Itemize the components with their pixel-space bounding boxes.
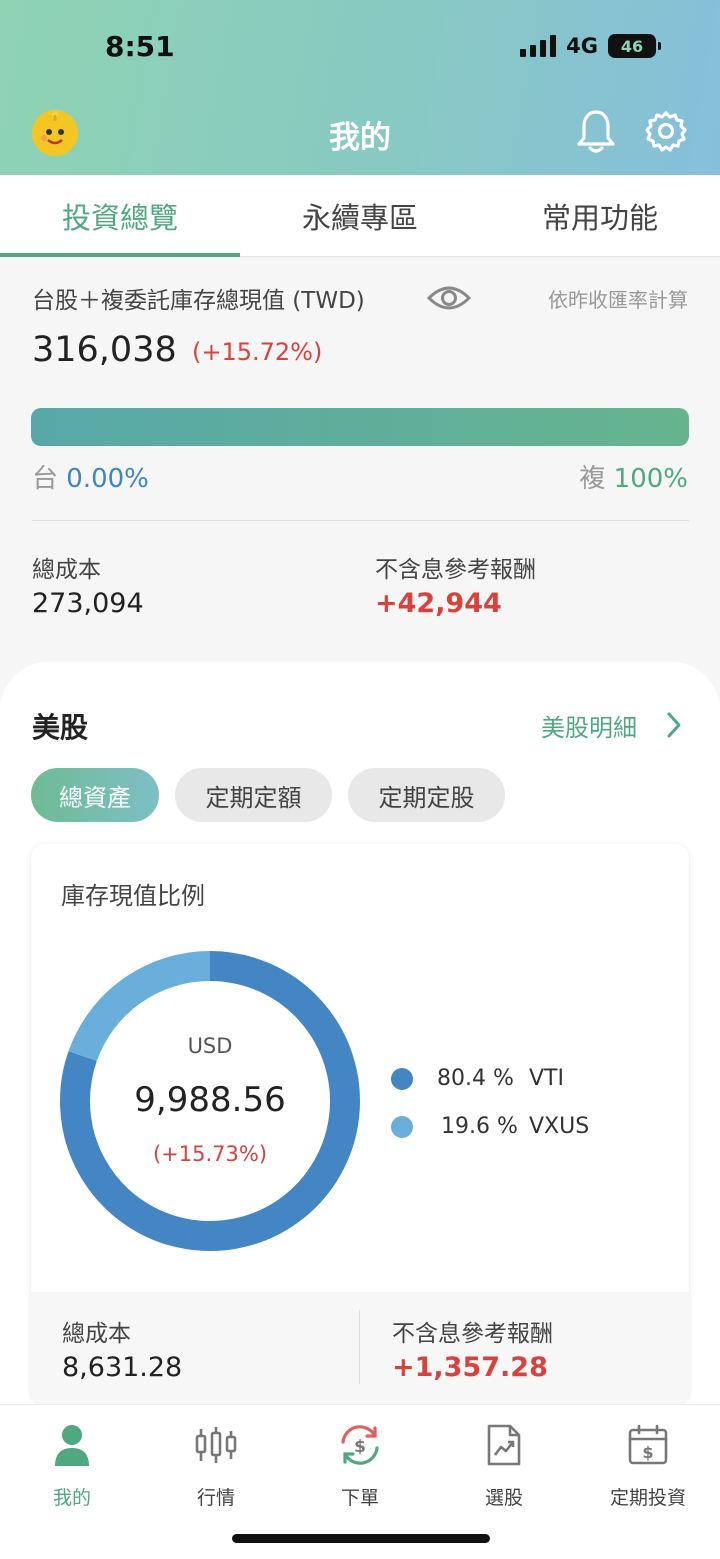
nav-label: 行情 xyxy=(196,1487,235,1509)
total-value-label: 台股＋複委託庫存總現值 (TWD) xyxy=(32,288,365,314)
us-total-cost-label: 總成本 xyxy=(62,1321,131,1347)
allocation-sub-pct: 100% xyxy=(613,464,688,494)
nav-label: 我的 xyxy=(52,1487,91,1509)
nav-my[interactable]: 我的 xyxy=(0,1421,144,1521)
us-return-label: 不含息參考報酬 xyxy=(392,1321,553,1347)
legend-dot xyxy=(391,1067,413,1090)
network-type: 4G xyxy=(566,34,598,58)
total-value: 316,038 xyxy=(32,330,177,370)
legend-item-vxus: 19.6 % VXUS xyxy=(391,1114,589,1139)
tab-investment-overview[interactable]: 投資總覽 xyxy=(0,175,240,257)
legend-dot xyxy=(391,1115,413,1138)
tab-sustainability[interactable]: 永續專區 xyxy=(240,175,480,257)
us-total-cost-value: 8,631.28 xyxy=(62,1352,183,1383)
return-value: +42,944 xyxy=(375,588,502,619)
allocation-tw: 台 0.00% xyxy=(32,458,149,495)
total-cost-value: 273,094 xyxy=(32,588,144,619)
candlestick-icon xyxy=(195,1421,237,1469)
status-indicators: 4G 46 xyxy=(520,34,661,58)
home-indicator xyxy=(232,1534,490,1543)
tab-common-functions[interactable]: 常用功能 xyxy=(480,175,720,257)
legend-pct: 80.4 % xyxy=(437,1066,514,1091)
return-label: 不含息參考報酬 xyxy=(375,557,536,583)
gear-icon[interactable] xyxy=(644,110,688,158)
legend-item-vti: 80.4 % VTI xyxy=(391,1066,564,1091)
nav-label: 下單 xyxy=(340,1487,379,1509)
holdings-card: 庫存現值比例 USD 9,988.56 (+15.73%) 80.4 % VTI… xyxy=(31,844,689,1404)
nav-label: 定期投資 xyxy=(609,1487,686,1509)
nav-regular-invest[interactable]: $ 定期投資 xyxy=(576,1421,720,1521)
us-detail-link[interactable]: 美股明細 xyxy=(541,708,637,743)
calendar-dollar-icon: $ xyxy=(627,1421,669,1469)
footer-divider xyxy=(359,1310,360,1384)
section-title: 美股 xyxy=(32,711,89,744)
legend-name: VTI xyxy=(529,1066,564,1091)
battery-icon: 46 xyxy=(608,34,661,58)
order-dollar-icon: $ xyxy=(337,1421,383,1469)
card-title: 庫存現值比例 xyxy=(61,882,205,910)
allocation-sub-label: 複 xyxy=(579,464,606,494)
legend-name: VXUS xyxy=(529,1114,590,1139)
donut-change-pct: (+15.73%) xyxy=(152,1142,268,1166)
bell-icon[interactable] xyxy=(576,108,616,158)
allocation-tw-label: 台 xyxy=(32,464,59,494)
nav-market[interactable]: 行情 xyxy=(144,1421,288,1521)
donut-currency: USD xyxy=(187,1034,233,1058)
card-footer: 總成本 8,631.28 不含息參考報酬 +1,357.28 xyxy=(31,1292,689,1404)
chip-regular-amount[interactable]: 定期定額 xyxy=(175,768,332,822)
donut-value: 9,988.56 xyxy=(134,1080,286,1120)
svg-text:$: $ xyxy=(354,1437,366,1457)
allocation-sub: 複 100% xyxy=(579,458,688,495)
chevron-right-icon[interactable] xyxy=(664,710,684,744)
status-time: 8:51 xyxy=(105,30,175,63)
person-icon xyxy=(54,1421,90,1469)
allocation-bar xyxy=(31,408,689,446)
top-tabs: 投資總覽 永續專區 常用功能 xyxy=(0,175,720,257)
total-cost-label: 總成本 xyxy=(32,557,101,583)
svg-text:$: $ xyxy=(642,1443,653,1462)
chip-regular-shares[interactable]: 定期定股 xyxy=(348,768,505,822)
nav-label: 選股 xyxy=(484,1487,523,1509)
eye-icon[interactable] xyxy=(426,282,472,318)
stock-pick-icon xyxy=(486,1421,522,1469)
allocation-tw-pct: 0.00% xyxy=(66,464,149,494)
us-return-value: +1,357.28 xyxy=(392,1352,548,1383)
chip-total-assets[interactable]: 總資產 xyxy=(31,768,159,822)
signal-icon xyxy=(520,35,557,57)
nav-order[interactable]: $ 下單 xyxy=(288,1421,432,1521)
divider xyxy=(32,520,689,521)
battery-level: 46 xyxy=(620,36,644,56)
exchange-rate-note: 依昨收匯率計算 xyxy=(548,288,688,312)
legend-pct: 19.6 % xyxy=(441,1114,518,1139)
nav-stock-pick[interactable]: 選股 xyxy=(432,1421,576,1521)
header: 8:51 4G 46 我的 xyxy=(0,0,720,175)
total-change-pct: (+15.72%) xyxy=(192,338,323,366)
